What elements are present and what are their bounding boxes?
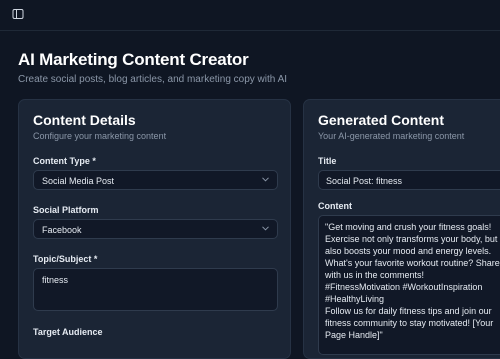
content-type-value: Social Media Post (42, 176, 115, 186)
title-input[interactable]: Social Post: fitness (318, 170, 500, 190)
content-type-label: Content Type * (33, 156, 96, 166)
content-details-card: Content Details Configure your marketing… (18, 99, 291, 359)
page-subtitle: Create social posts, blog articles, and … (18, 74, 288, 85)
topic-label: Topic/Subject * (33, 254, 98, 264)
generated-content-title: Generated Content (318, 112, 445, 128)
audience-label: Target Audience (33, 327, 103, 337)
chevron-down-icon (262, 226, 269, 231)
topic-textarea[interactable]: fitness (33, 268, 278, 311)
content-field-label: Content (318, 201, 352, 211)
platform-label: Social Platform (33, 205, 99, 215)
generated-content-description: Your AI-generated marketing content (318, 131, 465, 141)
content-textarea[interactable]: "Get moving and crush your fitness goals… (318, 215, 500, 355)
platform-select[interactable]: Facebook (33, 219, 278, 239)
page-title: AI Marketing Content Creator (18, 50, 249, 69)
top-bar (0, 0, 500, 31)
content-type-select[interactable]: Social Media Post (33, 170, 278, 190)
content-details-description: Configure your marketing content (33, 131, 167, 141)
content-details-title: Content Details (33, 112, 136, 128)
sidebar-toggle-icon[interactable] (12, 8, 24, 20)
title-field-label: Title (318, 156, 337, 166)
chevron-down-icon (262, 177, 269, 182)
platform-value: Facebook (42, 225, 82, 235)
generated-content-card: Generated Content Your AI-generated mark… (303, 99, 500, 359)
